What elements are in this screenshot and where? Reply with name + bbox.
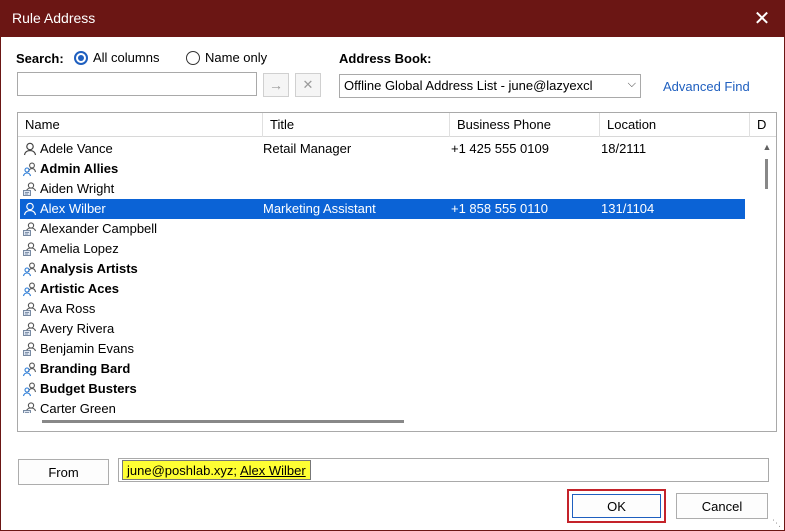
list-item[interactable]: Admin Allies [20, 159, 745, 179]
list-item-name: Benjamin Evans [40, 341, 134, 356]
search-input[interactable] [17, 72, 257, 96]
advanced-find-link[interactable]: Advanced Find [663, 79, 750, 94]
contact-card-icon [22, 241, 38, 257]
vertical-scrollbar[interactable]: ▲ [758, 137, 776, 410]
resize-grip-icon[interactable]: ⋱ [772, 518, 781, 529]
list-item[interactable]: Analysis Artists [20, 259, 745, 279]
list-item-name: Branding Bard [40, 361, 131, 376]
column-name[interactable]: Name [18, 113, 263, 137]
list-item-location: 18/2111 [601, 141, 647, 156]
address-book-dropdown[interactable]: Offline Global Address List - june@lazye… [339, 74, 641, 98]
dialog-body: Search: All columns Name only Address Bo… [0, 37, 785, 531]
list-item[interactable]: Budget Busters [20, 379, 745, 399]
ok-button[interactable]: OK [572, 494, 661, 518]
list-item-name: Adele Vance [40, 141, 113, 156]
search-label: Search: [16, 51, 64, 66]
group-icon [22, 261, 38, 277]
contact-card-icon [22, 221, 38, 237]
radio-selected-icon [74, 50, 88, 65]
column-title[interactable]: Title [263, 113, 450, 137]
from-recipient-link[interactable]: Alex Wilber [240, 463, 306, 478]
window-title: Rule Address [12, 10, 96, 26]
contact-card-icon [22, 321, 38, 337]
from-address: june@poshlab.xyz; [127, 463, 240, 478]
address-book-label: Address Book: [339, 51, 432, 66]
list-item[interactable]: Benjamin Evans [20, 339, 745, 359]
list-item[interactable]: Alex Wilber Marketing Assistant +1 858 555… [19, 198, 746, 220]
list-item-title: Retail Manager [263, 141, 352, 156]
selected-recipients: june@poshlab.xyz; Alex Wilber [122, 460, 311, 480]
user-icon [22, 201, 38, 217]
list-item-name: Aiden Wright [40, 181, 115, 196]
go-arrow-icon[interactable]: → [263, 73, 289, 97]
list-item-name: Ava Ross [40, 301, 96, 316]
contact-card-icon [22, 181, 38, 197]
radio-name-only-label: Name only [205, 50, 268, 65]
list-item[interactable]: Artistic Aces [20, 279, 745, 299]
list-item-name: Alex Wilber [40, 201, 106, 216]
list-item[interactable]: Adele Vance Retail Manager +1 425 555 0109… [20, 139, 745, 159]
list-item-name: Amelia Lopez [40, 241, 119, 256]
list-item[interactable]: Aiden Wright [20, 179, 745, 199]
list-item-phone: +1 425 555 0109 [451, 141, 549, 156]
column-header: Name Title Business Phone Location D [18, 113, 776, 137]
chevron-down-icon: ⌵ [627, 78, 636, 90]
radio-unselected-icon [186, 50, 200, 65]
ok-highlight: OK [567, 489, 666, 523]
from-button[interactable]: From [18, 459, 109, 485]
list-item-name: Budget Busters [40, 381, 137, 396]
list-item-location: 131/1104 [601, 201, 655, 216]
column-d[interactable]: D [750, 113, 776, 137]
group-icon [22, 161, 38, 177]
scroll-thumb[interactable] [765, 159, 768, 189]
list-item-name: Avery Rivera [40, 321, 115, 336]
radio-name-only[interactable]: Name only [186, 50, 267, 65]
clear-search-icon[interactable]: ✕ [295, 73, 321, 97]
list-item-name: Artistic Aces [40, 281, 119, 296]
user-icon [22, 141, 38, 157]
title-bar: Rule Address ✕ [0, 0, 785, 37]
list-item[interactable]: Avery Rivera [20, 319, 745, 339]
cancel-button[interactable]: Cancel [676, 493, 768, 519]
list-item-name: Analysis Artists [40, 261, 138, 276]
list-item[interactable]: Amelia Lopez [20, 239, 745, 259]
radio-all-columns[interactable]: All columns [74, 50, 159, 65]
hscroll-thumb[interactable] [42, 420, 404, 423]
list-item-title: Marketing Assistant [263, 201, 376, 216]
list-item-phone: +1 858 555 0110 [451, 201, 548, 216]
group-icon [22, 381, 38, 397]
group-icon [22, 361, 38, 377]
from-field[interactable]: june@poshlab.xyz; Alex Wilber [118, 458, 769, 482]
address-list[interactable]: Name Title Business Phone Location D Ade… [17, 112, 777, 432]
list-item-name: Alexander Campbell [40, 221, 158, 236]
list-item[interactable]: Branding Bard [20, 359, 745, 379]
close-icon[interactable]: ✕ [739, 0, 785, 37]
scroll-up-icon[interactable]: ▲ [758, 139, 776, 155]
address-book-value: Offline Global Address List - june@lazye… [344, 78, 593, 93]
radio-all-columns-label: All columns [93, 50, 160, 65]
list-item[interactable]: Alexander Campbell [20, 219, 745, 239]
contact-card-icon [22, 341, 38, 357]
horizontal-scrollbar[interactable] [18, 413, 760, 431]
column-business-phone[interactable]: Business Phone [450, 113, 600, 137]
column-location[interactable]: Location [600, 113, 750, 137]
group-icon [22, 281, 38, 297]
list-item-name: Admin Allies [40, 161, 119, 176]
list-item[interactable]: Ava Ross [20, 299, 745, 319]
contact-card-icon [22, 301, 38, 317]
